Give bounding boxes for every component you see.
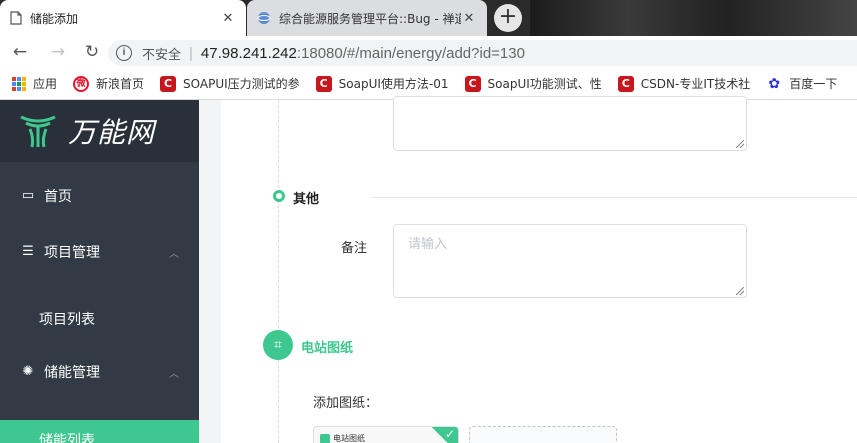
list-icon: ☰ bbox=[22, 244, 34, 259]
main-content: 其他 备注 请输入 ⌗ 电站图纸 添加图纸： 电站图纸 ✓ bbox=[199, 96, 857, 443]
bookmark-label: 新浪首页 bbox=[96, 77, 145, 91]
browser-tab-strip: 储能添加 ✕ 综合能源服务管理平台::Bug - 禅道 ✕ + bbox=[0, 0, 857, 36]
drawing-thumbnail[interactable]: 电站图纸 ✓ bbox=[313, 426, 459, 443]
bookmark-label: SoapUI功能测试、性 bbox=[487, 77, 602, 91]
app-logo[interactable]: 万能网 bbox=[0, 100, 199, 162]
sidebar-item-label: 首页 bbox=[44, 189, 72, 205]
bookmark-label: SoapUI使用方法-01 bbox=[338, 77, 449, 91]
laptop-icon: ▭ bbox=[21, 188, 35, 203]
sidebar-item-project-list[interactable]: 项目列表 bbox=[0, 301, 199, 337]
chevron-up-icon: ︿ bbox=[169, 368, 179, 380]
thumbnail-caption-text: 电站图纸 bbox=[333, 434, 365, 443]
logo-mark-icon bbox=[20, 115, 56, 148]
tab-close-icon[interactable]: ✕ bbox=[220, 11, 236, 26]
bookmark-soapui-usage[interactable]: C SoapUI使用方法-01 bbox=[308, 75, 457, 92]
csdn-icon: C bbox=[464, 75, 481, 92]
remark-placeholder: 请输入 bbox=[408, 237, 448, 252]
bookmark-sina[interactable]: 微 新浪首页 bbox=[65, 75, 152, 92]
bookmark-label: 应用 bbox=[33, 77, 58, 91]
remark-textarea[interactable]: 请输入 bbox=[393, 224, 747, 298]
csdn-icon: C bbox=[617, 75, 634, 92]
tab-close-icon[interactable]: ✕ bbox=[461, 11, 477, 26]
logo-text: 万能网 bbox=[68, 116, 156, 149]
reload-button[interactable]: ↻ bbox=[78, 42, 106, 62]
resize-handle-icon[interactable] bbox=[736, 140, 744, 148]
url-input[interactable]: i 不安全 | 47.98.241.242 :18080/#/main/ener… bbox=[108, 40, 857, 66]
bookmark-soapui-functional[interactable]: C SoapUI功能测试、性 bbox=[457, 75, 610, 92]
tab-title: 储能添加 bbox=[30, 11, 79, 26]
section-title-other: 其他 bbox=[293, 192, 320, 207]
upload-dropzone[interactable] bbox=[469, 426, 617, 443]
sidebar: 万能网 ▭ 首页 ☰ 项目管理 ︿ 项目列表 ✺ 储能管理 ︿ 储能列表 bbox=[0, 100, 199, 443]
apps-icon bbox=[12, 76, 26, 91]
weibo-icon: 微 bbox=[73, 75, 90, 92]
address-bar-row: ← → ↻ i 不安全 | 47.98.241.242 :18080/#/mai… bbox=[0, 36, 857, 68]
document-icon bbox=[10, 11, 22, 25]
new-tab-button[interactable]: + bbox=[494, 4, 522, 32]
chevron-up-icon: ︿ bbox=[169, 248, 179, 260]
sidebar-item-label: 储能列表 bbox=[39, 433, 95, 443]
security-label: 不安全 bbox=[142, 47, 182, 63]
info-icon[interactable]: i bbox=[116, 45, 132, 61]
sidebar-item-energy-management[interactable]: ✺ 储能管理 ︿ bbox=[0, 354, 199, 390]
remark-label: 备注 bbox=[341, 241, 368, 256]
sidebar-item-energy-list[interactable]: 储能列表 bbox=[0, 420, 199, 443]
csdn-icon: C bbox=[160, 75, 177, 92]
bookmark-soapui-load[interactable]: C SOAPUI压力测试的参 bbox=[152, 75, 308, 92]
sidebar-item-home[interactable]: ▭ 首页 bbox=[0, 178, 199, 214]
csdn-icon: C bbox=[315, 75, 332, 92]
bulb-icon: ✺ bbox=[22, 364, 34, 379]
forward-button[interactable]: → bbox=[44, 42, 72, 62]
upload-label: 添加图纸： bbox=[313, 396, 379, 411]
back-button[interactable]: ← bbox=[6, 42, 34, 62]
bookmark-csdn[interactable]: C CSDN-专业IT技术社 bbox=[610, 75, 758, 92]
previous-textarea[interactable] bbox=[393, 96, 747, 151]
timeline-line bbox=[278, 100, 279, 443]
bookmark-apps[interactable]: 应用 bbox=[0, 75, 65, 92]
sidebar-item-project-management[interactable]: ☰ 项目管理 ︿ bbox=[0, 234, 199, 270]
url-host: 47.98.241.242 bbox=[200, 44, 297, 62]
check-icon: ✓ bbox=[444, 427, 455, 441]
thumbnail-caption: 电站图纸 bbox=[320, 433, 365, 443]
sidebar-item-label: 项目列表 bbox=[39, 312, 95, 328]
section-dot-icon bbox=[273, 190, 285, 202]
resize-handle-icon[interactable] bbox=[736, 287, 744, 295]
sidebar-item-label: 项目管理 bbox=[44, 245, 100, 261]
thumbnail-logo-icon bbox=[320, 433, 330, 443]
map-icon: ⌗ bbox=[263, 330, 293, 360]
bookmark-label: SOAPUI压力测试的参 bbox=[183, 77, 300, 91]
tab-title: 综合能源服务管理平台::Bug - 禅道 bbox=[279, 11, 461, 26]
bookmark-label: 百度一下 bbox=[789, 77, 838, 91]
url-separator: | bbox=[189, 44, 193, 62]
bookmark-label: CSDN-专业IT技术社 bbox=[640, 77, 751, 91]
bookmark-baidu[interactable]: ✿ 百度一下 bbox=[758, 75, 845, 92]
baidu-paw-icon: ✿ bbox=[766, 75, 783, 92]
url-path: :18080/#/main/energy/add?id=130 bbox=[296, 44, 525, 62]
desktop-background-strip bbox=[530, 0, 857, 36]
form-card: 其他 备注 请输入 ⌗ 电站图纸 添加图纸： 电站图纸 ✓ bbox=[221, 96, 857, 443]
section-title-drawings: 电站图纸 bbox=[301, 341, 354, 356]
tab-zentao-bug[interactable]: 综合能源服务管理平台::Bug - 禅道 ✕ bbox=[247, 0, 487, 36]
zentao-globe-icon bbox=[257, 12, 271, 24]
tab-energy-add[interactable]: 储能添加 ✕ bbox=[0, 0, 246, 36]
sidebar-item-label: 储能管理 bbox=[44, 365, 100, 381]
section-divider bbox=[371, 197, 857, 198]
